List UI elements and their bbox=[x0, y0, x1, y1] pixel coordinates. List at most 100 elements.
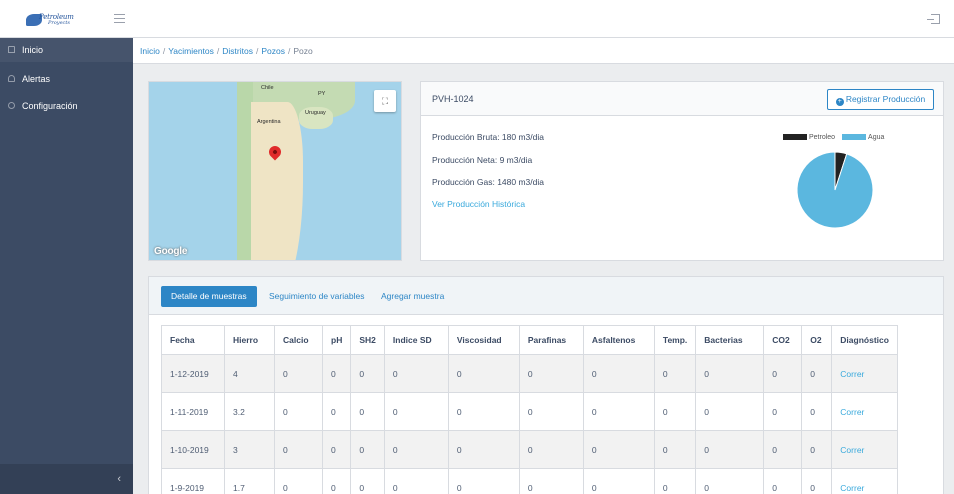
sidebar-item-inicio[interactable]: Inicio bbox=[0, 38, 133, 62]
table-cell: 0 bbox=[274, 354, 323, 393]
tab-bar: Detalle de muestras Seguimiento de varia… bbox=[149, 277, 943, 315]
tab-detalle-muestras[interactable]: Detalle de muestras bbox=[161, 286, 257, 307]
table-cell: 0 bbox=[447, 354, 520, 393]
table-cell: 0 bbox=[582, 354, 655, 393]
column-header: Indice SD bbox=[383, 325, 449, 355]
map-label-chile: Chile bbox=[261, 85, 274, 91]
table-row: 1-12-2019 4 0 0 0 0 0 0 0 0 0 0 0 Correr bbox=[161, 354, 898, 393]
table-cell: 0 bbox=[763, 430, 803, 469]
column-header: pH bbox=[321, 325, 352, 355]
top-bar: Petroleum Proyects bbox=[0, 0, 954, 38]
table-row: 1-10-2019 3 0 0 0 0 0 0 0 0 0 0 0 Correr bbox=[161, 430, 898, 469]
map-label-argentina: Argentina bbox=[257, 119, 281, 125]
table-cell: 0 bbox=[695, 354, 765, 393]
sidebar-item-label: Inicio bbox=[22, 45, 44, 55]
table-cell: 0 bbox=[518, 354, 584, 393]
table-cell: 0 bbox=[582, 392, 655, 431]
table-cell: 0 bbox=[447, 468, 520, 494]
sidebar-item-configuracion[interactable]: Configuración bbox=[0, 94, 133, 118]
table-cell: 0 bbox=[350, 392, 385, 431]
breadcrumb-yacimientos[interactable]: Yacimientos bbox=[168, 46, 214, 56]
table-cell: 0 bbox=[801, 354, 833, 393]
table-cell: 0 bbox=[763, 354, 803, 393]
map[interactable]: Chile PY Uruguay Argentina ⛶ Google bbox=[148, 81, 402, 261]
table-cell: 0 bbox=[321, 354, 352, 393]
production-pie-chart bbox=[796, 151, 874, 229]
table-row: 1-11-2019 3.2 0 0 0 0 0 0 0 0 0 0 0 Correr bbox=[161, 392, 898, 431]
table-cell: 0 bbox=[801, 468, 833, 494]
table-cell: 0 bbox=[274, 392, 323, 431]
table-cell: 0 bbox=[653, 468, 697, 494]
breadcrumb: Inicio / Yacimientos / Distritos / Pozos / Pozo bbox=[133, 38, 954, 64]
column-header: Calcio bbox=[274, 325, 323, 355]
table-cell: 0 bbox=[447, 430, 520, 469]
run-diagnosis-link[interactable]: Correr bbox=[831, 392, 898, 431]
pie-slice-agua[interactable] bbox=[796, 151, 874, 229]
table-cell: 0 bbox=[653, 392, 697, 431]
logout-icon[interactable] bbox=[927, 14, 940, 24]
register-production-label: Registrar Producción bbox=[845, 94, 926, 104]
table-cell: 0 bbox=[653, 354, 697, 393]
gas-production: Producción Gas: 1480 m3/dia bbox=[432, 177, 544, 187]
production-card-header: PVH-1024 + Registrar Producción bbox=[421, 82, 943, 116]
table-cell: 0 bbox=[653, 430, 697, 469]
tab-agregar-muestra[interactable]: Agregar muestra bbox=[381, 286, 444, 307]
samples-table: Fecha Hierro Calcio pH SH2 Indice SD Viscosida… bbox=[161, 325, 898, 494]
column-header: Parafinas bbox=[518, 325, 584, 355]
tab-seguimiento-variables[interactable]: Seguimiento de variables bbox=[269, 286, 364, 307]
register-production-button[interactable]: + Registrar Producción bbox=[827, 89, 934, 110]
breadcrumb-inicio[interactable]: Inicio bbox=[140, 46, 160, 56]
menu-toggle-icon[interactable] bbox=[114, 14, 125, 24]
table-cell: 0 bbox=[518, 430, 584, 469]
chevron-left-icon[interactable]: ‹ bbox=[117, 473, 121, 485]
samples-card: Detalle de muestras Seguimiento de varia… bbox=[148, 276, 944, 494]
table-cell: 0 bbox=[321, 468, 352, 494]
table-cell: 0 bbox=[274, 430, 323, 469]
brand-logo[interactable]: Petroleum Proyects bbox=[26, 11, 86, 27]
column-header: Asfaltenos bbox=[582, 325, 655, 355]
well-name: PVH-1024 bbox=[432, 94, 474, 104]
column-header: Viscosidad bbox=[447, 325, 520, 355]
fullscreen-icon[interactable]: ⛶ bbox=[374, 90, 396, 112]
table-cell: 0 bbox=[383, 430, 449, 469]
run-diagnosis-link[interactable]: Correr bbox=[831, 430, 898, 469]
table-cell: 0 bbox=[447, 392, 520, 431]
table-cell: 0 bbox=[383, 468, 449, 494]
history-link[interactable]: Ver Producción Histórica bbox=[432, 199, 525, 209]
table-cell: 1-11-2019 bbox=[161, 392, 225, 431]
plus-circle-icon: + bbox=[835, 98, 844, 106]
sidebar-item-label: Configuración bbox=[22, 101, 78, 111]
brand-sub: Proyects bbox=[48, 20, 70, 26]
column-header: Bacterias bbox=[695, 325, 765, 355]
sidebar: Inicio Alertas Configuración ‹ bbox=[0, 38, 133, 494]
column-header: CO2 bbox=[763, 325, 803, 355]
legend-swatch-agua bbox=[842, 134, 867, 140]
table-cell: 0 bbox=[695, 430, 765, 469]
table-cell: 0 bbox=[274, 468, 323, 494]
column-header: SH2 bbox=[350, 325, 385, 355]
run-diagnosis-link[interactable]: Correr bbox=[831, 354, 898, 393]
table-cell: 0 bbox=[695, 468, 765, 494]
run-diagnosis-link[interactable]: Correr bbox=[831, 468, 898, 494]
net-production: Producción Neta: 9 m3/dia bbox=[432, 155, 533, 165]
table-cell: 0 bbox=[518, 468, 584, 494]
sidebar-item-alertas[interactable]: Alertas bbox=[0, 67, 133, 91]
column-header: Diagnóstico bbox=[831, 325, 898, 355]
breadcrumb-pozos[interactable]: Pozos bbox=[261, 46, 285, 56]
table-cell: 0 bbox=[763, 468, 803, 494]
breadcrumb-current: Pozo bbox=[293, 46, 313, 56]
table-cell: 0 bbox=[763, 392, 803, 431]
table-body: 1-12-2019 4 0 0 0 0 0 0 0 0 0 0 0 Correr 1-11-2019 3.2 0… bbox=[161, 354, 898, 494]
table-cell: 1.7 bbox=[224, 468, 275, 494]
production-card: PVH-1024 + Registrar Producción Producció… bbox=[420, 81, 944, 261]
legend-swatch-petroleo bbox=[783, 134, 807, 140]
google-logo: Google bbox=[154, 246, 188, 257]
table-row: 1-9-2019 1.7 0 0 0 0 0 0 0 0 0 0 0 Correr bbox=[161, 468, 898, 494]
column-header: Temp. bbox=[653, 325, 697, 355]
table-cell: 1-10-2019 bbox=[161, 430, 225, 469]
legend-label-agua: Agua bbox=[868, 134, 885, 141]
table-cell: 0 bbox=[350, 354, 385, 393]
gear-icon bbox=[8, 102, 15, 109]
table-cell: 0 bbox=[695, 392, 765, 431]
breadcrumb-distritos[interactable]: Distritos bbox=[222, 46, 253, 56]
